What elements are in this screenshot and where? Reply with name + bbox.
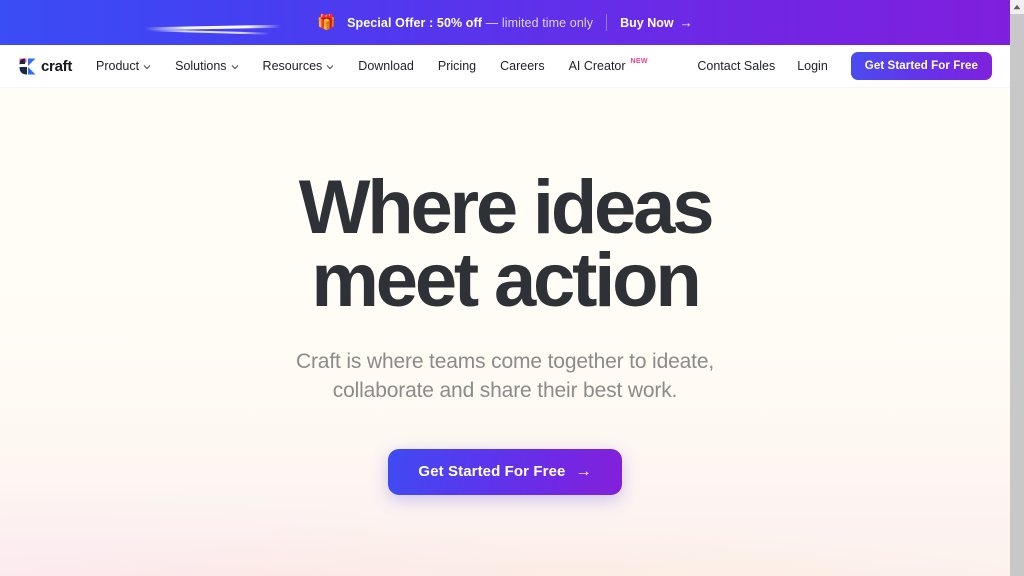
chevron-down-icon	[231, 64, 238, 69]
nav-item-download[interactable]: Download	[346, 45, 426, 88]
craft-logo-mark-icon	[19, 58, 36, 74]
nav-item-solutions[interactable]: Solutions	[163, 45, 250, 88]
promo-message: Special Offer : 50% off — limited time o…	[347, 16, 593, 30]
hero-headline-line-2: meet action	[311, 237, 701, 323]
hero-section: Where ideas meet action Craft is where t…	[0, 43, 1010, 495]
promo-banner[interactable]: 🎁 Special Offer : 50% off — limited time…	[0, 0, 1010, 45]
scroll-up-button[interactable]	[1010, 0, 1024, 14]
scrollbar-thumb[interactable]	[1010, 14, 1024, 74]
contact-sales-link[interactable]: Contact Sales	[686, 45, 786, 88]
hero-headline: Where ideas meet action	[298, 165, 715, 323]
nav-item-product-label: Product	[96, 59, 140, 73]
nav-item-product[interactable]: Product	[96, 45, 163, 88]
browser-viewport: 🎁 Special Offer : 50% off — limited time…	[0, 0, 1024, 576]
promo-banner-content: 🎁 Special Offer : 50% off — limited time…	[317, 14, 693, 31]
buy-now-link[interactable]: Buy Now →	[620, 16, 692, 30]
contact-sales-label: Contact Sales	[697, 59, 776, 73]
nav-item-pricing-label: Pricing	[437, 59, 477, 73]
hero-subheadline: Craft is where teams come together to id…	[296, 348, 714, 406]
banner-decorative-streak-secondary	[149, 29, 271, 35]
nav-get-started-button[interactable]: Get Started For Free	[850, 52, 992, 80]
nav-item-pricing[interactable]: Pricing	[426, 45, 488, 88]
login-label: Login	[797, 59, 828, 73]
nav-item-resources[interactable]: Resources	[251, 45, 347, 88]
chevron-down-icon	[143, 64, 151, 69]
hero-headline-line-1: Where ideas	[298, 165, 715, 250]
craft-logo-text: craft	[41, 57, 73, 75]
gift-icon: 🎁	[317, 14, 337, 31]
craft-logo[interactable]: craft	[19, 58, 72, 75]
page-content: 🎁 Special Offer : 50% off — limited time…	[0, 0, 1010, 576]
nav-item-download-label: Download	[358, 59, 414, 73]
promo-divider	[606, 14, 608, 31]
main-navigation-bar: craft Product Solutions Resources Downlo…	[0, 45, 1010, 88]
hero-get-started-button[interactable]: Get Started For Free →	[388, 448, 622, 495]
promo-offer-text: Special Offer : 50% off	[347, 15, 483, 30]
nav-item-ai-creator[interactable]: AI Creator NEW	[557, 45, 659, 88]
hero-get-started-label: Get Started For Free	[418, 463, 566, 481]
nav-item-resources-label: Resources	[262, 59, 323, 73]
scrollbar-track[interactable]	[1010, 14, 1024, 576]
login-link[interactable]: Login	[786, 45, 839, 88]
promo-subtext: limited time only	[501, 15, 594, 30]
promo-separator: —	[482, 15, 502, 30]
secondary-nav-links: Contact Sales Login Get Started For Free	[686, 45, 992, 88]
arrow-right-icon: →	[575, 462, 592, 480]
hero-subheadline-line-1: Craft is where teams come together to id…	[295, 349, 715, 373]
buy-now-label: Buy Now	[620, 15, 674, 30]
primary-nav-links: Product Solutions Resources Download Pri…	[96, 45, 659, 88]
new-badge: NEW	[630, 57, 648, 65]
arrow-right-icon: →	[679, 15, 693, 30]
nav-item-solutions-label: Solutions	[175, 59, 227, 73]
vertical-scrollbar[interactable]	[1010, 0, 1024, 576]
nav-item-careers[interactable]: Careers	[488, 45, 556, 88]
scroll-up-arrow-icon	[1013, 4, 1021, 10]
nav-item-ai-creator-label: AI Creator	[568, 59, 626, 73]
chevron-down-icon	[327, 64, 334, 69]
nav-item-careers-label: Careers	[500, 59, 545, 73]
hero-subheadline-line-2: collaborate and share their best work.	[332, 378, 678, 402]
